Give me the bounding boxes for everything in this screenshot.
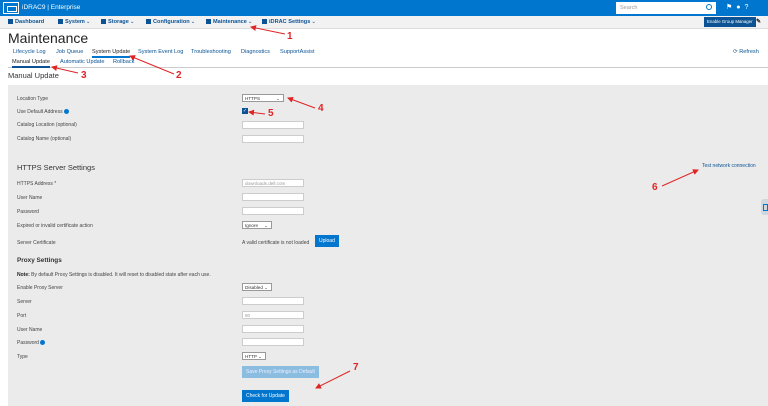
annotation-arrow-2 <box>129 55 175 75</box>
annotation-arrow-5 <box>248 109 266 116</box>
annotation-number-2: 2 <box>176 70 182 81</box>
annotation-arrows <box>51 25 699 389</box>
annotation-arrow-7 <box>315 370 351 389</box>
annotation-number-4: 4 <box>318 103 324 114</box>
annotation-arrow-4 <box>287 96 316 109</box>
annotation-number-3: 3 <box>81 70 87 81</box>
annotation-number-5: 5 <box>268 108 274 119</box>
annotation-number-6: 6 <box>652 182 658 193</box>
annotation-arrow-1 <box>250 25 286 35</box>
annotation-number-1: 1 <box>287 31 293 42</box>
annotation-arrow-3 <box>51 65 79 74</box>
annotation-number-7: 7 <box>353 362 359 373</box>
annotation-arrow-6 <box>661 169 699 187</box>
